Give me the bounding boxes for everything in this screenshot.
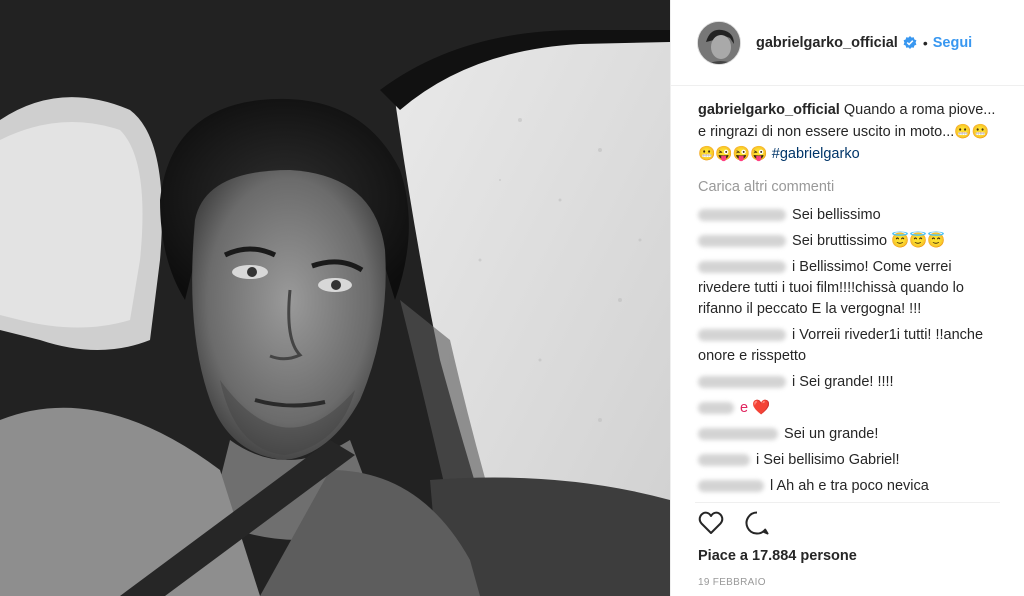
comment-item: i Bellissimo! Come verrei rivedere tutti… xyxy=(698,257,1000,320)
comment-author-blurred[interactable] xyxy=(698,480,764,493)
post-date[interactable]: 19 FEBBRAIO xyxy=(698,577,766,588)
verified-badge-icon xyxy=(903,35,917,50)
comment-text: i Sei grande! !!!! xyxy=(792,374,894,390)
comment-author-blurred[interactable] xyxy=(698,235,786,248)
follow-button[interactable]: Segui xyxy=(933,35,972,51)
post-actions xyxy=(698,510,770,536)
caption-hashtag[interactable]: #gabrielgarko xyxy=(772,146,860,162)
comment-author-blurred[interactable] xyxy=(698,329,786,342)
caption-author[interactable]: gabrielgarko_official xyxy=(698,102,840,118)
comment-author-blurred[interactable] xyxy=(698,428,778,441)
comment-text: i Sei bellisimo Gabriel! xyxy=(756,452,900,468)
post-username[interactable]: gabrielgarko_official xyxy=(756,35,898,51)
comment-author-blurred[interactable] xyxy=(698,402,734,415)
comment-text: Sei bellissimo xyxy=(792,207,881,223)
heart-outline-icon[interactable] xyxy=(698,510,724,536)
post-header: gabrielgarko_official • Segui xyxy=(671,0,1024,86)
comment-text: l Ah ah e tra poco nevica xyxy=(770,478,929,494)
comment-item: e ❤️ xyxy=(698,398,1000,419)
separator-dot: • xyxy=(922,34,928,51)
comment-author-blurred[interactable] xyxy=(698,261,786,274)
comment-author-blurred[interactable] xyxy=(698,209,786,222)
comment-text: e ❤️ xyxy=(740,400,771,416)
comment-item: i Sei grande! !!!! xyxy=(698,372,1000,393)
post-photo[interactable] xyxy=(0,0,670,596)
comment-author-blurred[interactable] xyxy=(698,454,750,467)
post-details-panel: gabrielgarko_official • Segui gabrielgar… xyxy=(670,0,1024,596)
comment-item: i Sei bellisimo Gabriel! xyxy=(698,450,1000,471)
comment-item: l Ah ah e tra poco nevica xyxy=(698,476,1000,497)
comment-text: Sei bruttissimo 😇😇😇 xyxy=(792,233,946,249)
comment-text: Sei un grande! xyxy=(784,426,879,442)
comment-author-blurred[interactable] xyxy=(698,376,786,389)
divider xyxy=(695,502,1000,503)
comment-item: i Vorreii riveder1i tutti! !!anche onore… xyxy=(698,325,1000,367)
photo-image xyxy=(0,0,670,596)
comments-section: gabrielgarko_official Quando a roma piov… xyxy=(671,86,1024,504)
post-caption: gabrielgarko_official Quando a roma piov… xyxy=(698,100,1000,165)
comment-item: Sei bellissimo xyxy=(698,205,1000,226)
load-more-comments[interactable]: Carica altri commenti xyxy=(698,179,1000,195)
avatar[interactable] xyxy=(697,20,741,65)
comment-item: Sei un grande! xyxy=(698,424,1000,445)
likes-count[interactable]: Piace a 17.884 persone xyxy=(698,548,857,564)
comment-item: Sei bruttissimo 😇😇😇 xyxy=(698,231,1000,252)
comment-outline-icon[interactable] xyxy=(744,510,770,536)
